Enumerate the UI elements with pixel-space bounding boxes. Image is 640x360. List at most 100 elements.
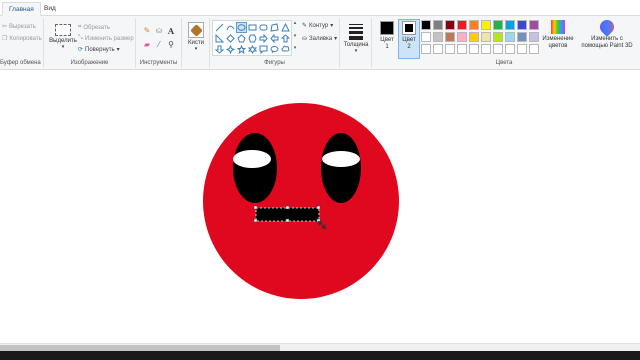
text-icon[interactable]: A [166,26,176,36]
palette-swatch[interactable] [469,32,479,42]
resize-icon: ⤡ [78,35,83,41]
select-button[interactable]: Выделить ▾ [48,24,78,50]
palette-swatch[interactable] [481,32,491,42]
palette-swatch[interactable] [433,32,443,42]
copy-label: Копировать [9,35,42,42]
paint3d-icon [597,17,617,37]
resize-handle[interactable] [316,205,321,210]
rotate-label: Повернуть [85,46,115,53]
paint3d-button[interactable]: Изменить с помощью Paint 3D [578,17,636,50]
palette-swatch[interactable] [517,32,527,42]
palette-swatch[interactable] [433,44,443,54]
edit-colors-button[interactable]: Изменение цветов [541,20,575,50]
palette-swatch[interactable] [529,20,539,30]
curve-shape-icon[interactable] [226,23,235,32]
tab-home[interactable]: Главная [2,2,41,16]
crop-icon: ⌗ [78,24,82,30]
palette-swatch[interactable] [457,32,467,42]
scroll-down-icon[interactable]: ▾ [292,33,298,39]
five-point-star-shape-icon[interactable] [237,45,246,54]
eraser-icon[interactable]: ▰ [142,40,152,50]
palette-swatch[interactable] [529,32,539,42]
shapes-group-label: Фигуры [264,60,285,66]
palette-swatch[interactable] [493,32,503,42]
palette-swatch[interactable] [421,44,431,54]
clipboard-group-label: Буфер обмена [0,60,41,66]
palette-swatch[interactable] [529,44,539,54]
cloud-callout-shape-icon[interactable] [281,45,290,54]
oval-shape-icon[interactable] [236,22,247,33]
rotate-button[interactable]: ⟳ Повернуть ▾ [78,46,120,54]
palette-swatch[interactable] [469,44,479,54]
left-arrow-shape-icon[interactable] [270,34,279,43]
horizontal-scrollbar[interactable] [0,343,640,351]
crop-button[interactable]: ⌗ Обрезать [78,24,110,31]
palette-swatch[interactable] [517,44,527,54]
size-lines-icon [342,24,370,40]
tab-view[interactable]: Вид [38,2,62,16]
gallery-expand-icon[interactable]: ▾ [292,45,298,51]
shapes-gallery-scroll[interactable]: ▴ ▾ ▾ [292,20,298,56]
palette-swatch[interactable] [505,20,515,30]
palette-swatch[interactable] [457,44,467,54]
drawing-canvas[interactable] [0,71,640,343]
rectangle-shape-icon[interactable] [248,23,257,32]
up-arrow-shape-icon[interactable] [281,34,290,43]
palette-swatch[interactable] [493,20,503,30]
right-eye [321,133,361,203]
resize-handle[interactable] [285,205,290,210]
palette-swatch[interactable] [493,44,503,54]
bottom-bar [0,351,640,360]
color2-label: Цвет 2 [402,37,416,50]
oval-callout-shape-icon[interactable] [270,45,279,54]
resize-handle[interactable] [285,218,290,223]
polygon-shape-icon[interactable] [270,23,279,32]
color2-button[interactable]: Цвет 2 [398,19,420,59]
diamond-shape-icon[interactable] [226,34,235,43]
image-group-label: Изображение [70,60,109,66]
right-triangle-shape-icon[interactable] [215,34,224,43]
palette-swatch[interactable] [481,20,491,30]
color-picker-icon[interactable]: ⁄ [154,40,164,50]
palette-swatch[interactable] [505,32,515,42]
palette-swatch[interactable] [445,44,455,54]
pentagon-shape-icon[interactable] [237,34,246,43]
hexagon-shape-icon[interactable] [248,34,257,43]
rounded-rectangle-shape-icon[interactable] [259,23,268,32]
select-icon [55,24,71,36]
palette-swatch[interactable] [433,20,443,30]
six-point-star-shape-icon[interactable] [248,45,257,54]
tools-group: ✎ ⛀ A ▰ ⁄ ⚲ Инструменты [136,18,182,68]
palette-swatch[interactable] [421,20,431,30]
pencil-icon[interactable]: ✎ [142,26,152,36]
triangle-shape-icon[interactable] [281,23,290,32]
palette-swatch[interactable] [481,44,491,54]
palette-swatch[interactable] [457,20,467,30]
palette-swatch[interactable] [505,44,515,54]
resize-button[interactable]: ⤡ Изменить размер [78,35,134,42]
color1-button[interactable]: Цвет 1 [376,20,398,58]
scroll-up-icon[interactable]: ▴ [292,20,298,26]
palette-swatch[interactable] [445,32,455,42]
line-shape-icon[interactable] [215,23,224,32]
outline-button[interactable]: ✎ Контур ▾ [302,22,333,30]
rounded-callout-shape-icon[interactable] [259,45,268,54]
right-arrow-shape-icon[interactable] [259,34,268,43]
down-arrow-shape-icon[interactable] [215,45,224,54]
resize-handle[interactable] [253,218,258,223]
scissors-icon: ✂ [2,24,8,30]
palette-swatch[interactable] [517,20,527,30]
canvas-drawing [203,103,399,299]
magnifier-icon[interactable]: ⚲ [166,40,176,50]
four-point-star-shape-icon[interactable] [226,45,235,54]
fill-icon[interactable]: ⛀ [154,26,164,36]
copy-button[interactable]: ❐ Копировать [2,35,42,43]
brushes-button[interactable]: Кисти ▾ [184,22,208,52]
palette-swatch[interactable] [421,32,431,42]
resize-handle[interactable] [253,205,258,210]
fill-button[interactable]: ⛀ Заливка ▾ [302,35,337,43]
palette-swatch[interactable] [469,20,479,30]
palette-swatch[interactable] [445,20,455,30]
size-button[interactable]: Толщина ▾ [342,22,370,54]
cut-button[interactable]: ✂ Вырезать [2,23,36,31]
